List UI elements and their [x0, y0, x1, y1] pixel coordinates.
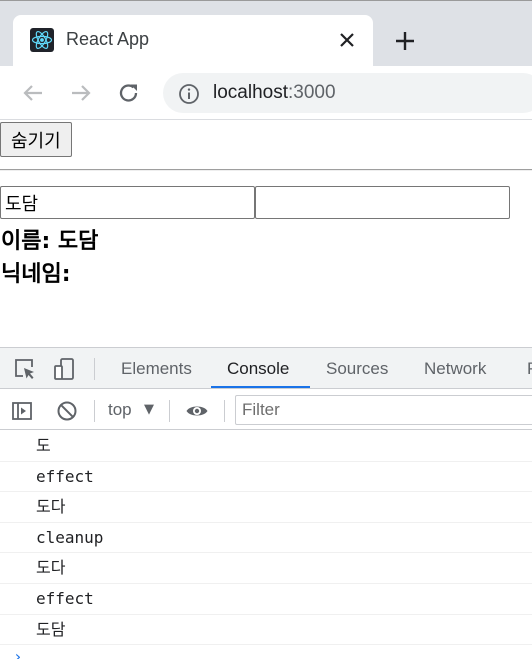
address-bar[interactable]: localhost:3000	[163, 73, 532, 113]
page-content: 숨기기 이름: 도담 닉네임:	[0, 121, 532, 347]
console-prompt-icon[interactable]: ›	[13, 647, 23, 659]
browser-tab[interactable]: React App	[13, 15, 373, 67]
console-log-row: 도다	[0, 553, 532, 584]
inspect-element-icon[interactable]	[13, 357, 37, 381]
react-logo-icon	[30, 28, 54, 52]
nickname-display: 닉네임:	[1, 262, 71, 287]
live-expression-eye-icon[interactable]	[185, 399, 209, 423]
console-log-row: 도다	[0, 492, 532, 523]
back-arrow-icon[interactable]	[20, 80, 46, 106]
name-input[interactable]	[0, 186, 255, 219]
info-icon[interactable]	[178, 83, 200, 105]
device-toolbar-icon[interactable]	[52, 357, 76, 381]
reload-icon[interactable]	[116, 80, 142, 106]
divider	[0, 169, 532, 171]
new-tab-icon[interactable]	[393, 29, 417, 53]
forward-arrow-icon[interactable]	[68, 80, 94, 106]
tab-elements[interactable]: Elements	[121, 359, 192, 379]
console-toolbar: top ▼	[0, 390, 532, 430]
context-selector[interactable]: top	[108, 400, 132, 420]
toolbar-separator	[94, 400, 95, 422]
tab-title: React App	[66, 29, 150, 49]
filter-input[interactable]	[235, 395, 532, 425]
nickname-input[interactable]	[255, 186, 510, 219]
toolbar-separator	[224, 400, 225, 422]
toolbar-separator	[94, 358, 95, 380]
console-log-row: effect	[0, 462, 532, 493]
browser-tabstrip: React App	[0, 0, 532, 67]
console-log-list: 도 effect 도다 cleanup 도다 effect 도담	[0, 431, 532, 646]
console-log-row: cleanup	[0, 523, 532, 554]
hide-button[interactable]: 숨기기	[0, 122, 72, 157]
active-tab-indicator	[211, 386, 310, 388]
console-log-row: 도담	[0, 615, 532, 646]
console-log-row: 도	[0, 431, 532, 462]
tab-console[interactable]: Console	[227, 359, 289, 379]
dropdown-arrow-icon[interactable]: ▼	[144, 402, 154, 417]
toolbar-separator	[169, 400, 170, 422]
devtools-tabbar: Elements Console Sources Network P	[0, 348, 532, 389]
show-sidebar-icon[interactable]	[10, 399, 34, 423]
url-text: localhost:3000	[213, 82, 336, 103]
clear-console-icon[interactable]	[55, 399, 79, 423]
tab-network[interactable]: Network	[424, 359, 486, 379]
close-tab-icon[interactable]	[336, 29, 358, 51]
console-log-row: effect	[0, 584, 532, 615]
devtools-panel: Elements Console Sources Network P top ▼	[0, 347, 532, 659]
browser-toolbar: localhost:3000	[0, 66, 532, 120]
name-display: 이름: 도담	[1, 229, 99, 254]
tab-performance[interactable]: P	[527, 359, 532, 379]
tab-sources[interactable]: Sources	[326, 359, 388, 379]
